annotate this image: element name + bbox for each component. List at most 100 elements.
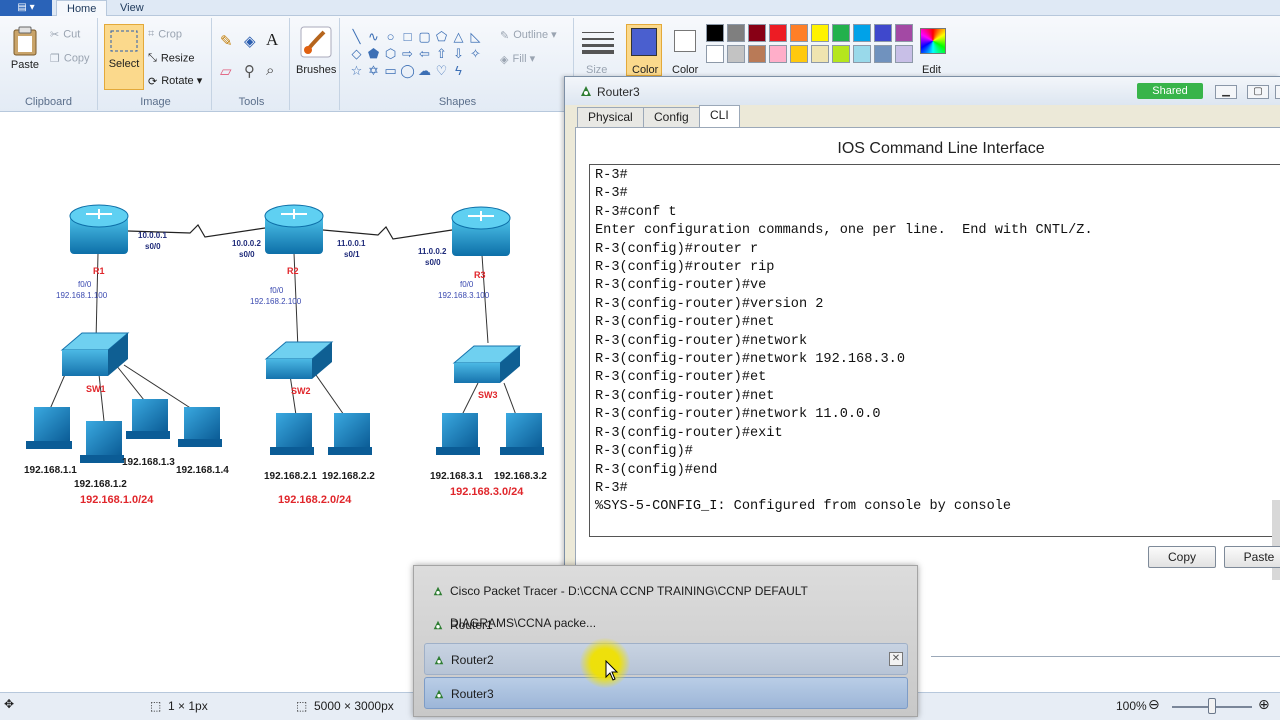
cli-console[interactable]: R-3# R-3# R-3#conf t Enter configuration co… — [589, 164, 1280, 537]
taskbar-item-router2[interactable]: Router2 ✕ — [424, 643, 908, 675]
cli-scrollbar[interactable] — [1272, 500, 1280, 580]
palette-swatch[interactable] — [727, 45, 745, 63]
palette-swatch[interactable] — [874, 24, 892, 42]
tab-physical[interactable]: Physical — [577, 107, 644, 127]
brushes-group[interactable]: Brushes — [292, 18, 340, 110]
palette-swatch[interactable] — [748, 24, 766, 42]
color-picker-icon[interactable]: ⚲ — [244, 62, 255, 80]
left-arrow-shape-icon[interactable]: ⇦ — [416, 45, 433, 62]
curve-shape-icon[interactable]: ∿ — [365, 28, 382, 45]
canvas-size-icon: ⬚ — [296, 699, 308, 713]
fill-bucket-icon[interactable]: ◈ — [244, 32, 256, 50]
palette-swatch[interactable] — [769, 45, 787, 63]
r2-fa-if: f0/0 — [270, 286, 284, 295]
palette-swatch[interactable] — [874, 45, 892, 63]
r2-serial-if: s0/0 — [239, 250, 255, 259]
close-icon[interactable]: ✕ — [889, 652, 903, 666]
zoom-in-icon[interactable]: ⊕ — [1258, 696, 1270, 713]
zoom-out-icon[interactable]: ⊖ — [1148, 696, 1160, 713]
pc-192-168-1-2 — [80, 421, 124, 463]
lightning-shape-icon[interactable]: ϟ — [450, 62, 467, 79]
hexagon-shape-icon[interactable]: ⬡ — [382, 45, 399, 62]
rounded-rectangle-shape-icon[interactable]: ▢ — [416, 28, 433, 45]
up-arrow-shape-icon[interactable]: ⇧ — [433, 45, 450, 62]
paste-button[interactable]: Paste — [8, 26, 42, 71]
palette-swatch[interactable] — [832, 24, 850, 42]
callout-cloud-icon[interactable]: ☁ — [416, 62, 433, 79]
tab-config[interactable]: Config — [643, 107, 700, 127]
close-button[interactable] — [1275, 85, 1280, 99]
palette-swatch[interactable] — [832, 45, 850, 63]
palette-swatch[interactable] — [790, 24, 808, 42]
copy-cli-button[interactable]: Copy — [1148, 546, 1216, 568]
palette-swatch[interactable] — [790, 45, 808, 63]
heart-shape-icon[interactable]: ♡ — [433, 62, 450, 79]
color2-label: Color — [672, 64, 699, 76]
palette-swatch[interactable] — [853, 45, 871, 63]
triangle-shape-icon[interactable]: △ — [450, 28, 467, 45]
palette-swatch[interactable] — [748, 45, 766, 63]
sw1-label: SW1 — [86, 384, 106, 394]
shapes-gallery[interactable]: ╲ ∿ ○ □ ▢ ⬠ △ ◺ ◇ ⬟ ⬡ ⇨ ⇦ ⇧ ⇩ ✧ ☆ ✡ ▭ ◯ ☁ ♡ ϟ — [348, 28, 492, 79]
cli-line: R-3(config-router)#net — [595, 388, 775, 404]
callout-rect-icon[interactable]: ▭ — [382, 62, 399, 79]
right-arrow-shape-icon[interactable]: ⇨ — [399, 45, 416, 62]
tab-home[interactable]: Home — [56, 0, 108, 16]
rotate-button[interactable]: ⟳ Rotate ▾ — [148, 74, 202, 88]
palette-swatch[interactable] — [895, 24, 913, 42]
magnifier-icon[interactable]: ⌕ — [266, 62, 274, 79]
pencil-icon[interactable]: ✎ — [220, 32, 233, 50]
diamond-shape-icon[interactable]: ◇ — [348, 45, 365, 62]
clipboard-group-label: Clipboard — [24, 96, 73, 108]
router3-titlebar[interactable]: Router3 Shared ▁ ▢ — [565, 77, 1280, 105]
palette-swatch[interactable] — [706, 24, 724, 42]
cut-button[interactable]: ✂ Cut — [50, 28, 80, 41]
palette-swatch[interactable] — [811, 24, 829, 42]
pentagon-shape-icon[interactable]: ⬟ — [365, 45, 382, 62]
eraser-icon[interactable]: ▱ — [220, 62, 232, 80]
tab-cli[interactable]: CLI — [699, 105, 740, 128]
right-triangle-shape-icon[interactable]: ◺ — [467, 28, 484, 45]
maximize-button[interactable]: ▢ — [1247, 85, 1269, 99]
paint-menu-button[interactable]: ▤ ▾ — [0, 0, 52, 16]
minimize-button[interactable]: ▁ — [1215, 85, 1237, 99]
palette-swatch[interactable] — [727, 24, 745, 42]
palette-swatch[interactable] — [769, 24, 787, 42]
shapes-group-label: Shapes — [438, 96, 477, 108]
taskbar-item-packet-tracer[interactable]: Cisco Packet Tracer - D:\CCNA CCNP TRAIN… — [424, 575, 908, 630]
outline-button[interactable]: ✎ Outline ▾ — [500, 28, 557, 42]
palette-swatch[interactable] — [853, 24, 871, 42]
rectangle-shape-icon[interactable]: □ — [399, 28, 416, 45]
cli-line: R-3#conf t — [595, 204, 677, 220]
crop-button[interactable]: ⌗ Crop — [148, 28, 182, 41]
copy-icon: ❐ — [50, 53, 60, 65]
callout-oval-icon[interactable]: ◯ — [399, 62, 416, 79]
cli-line: R-3(config-router)#version 2 — [595, 296, 824, 312]
select-button[interactable]: Select — [104, 24, 144, 90]
zoom-slider-thumb[interactable] — [1208, 698, 1216, 714]
four-point-star-icon[interactable]: ✧ — [467, 45, 484, 62]
polygon-shape-icon[interactable]: ⬠ — [433, 28, 450, 45]
resize-button[interactable]: ⤡ Resize — [148, 52, 194, 65]
five-point-star-icon[interactable]: ☆ — [348, 62, 365, 79]
copy-button[interactable]: ❐ Copy — [50, 52, 90, 65]
taskbar-item-router3[interactable]: Router3 — [424, 677, 908, 709]
cli-line: R-3(config-router)#net — [595, 315, 775, 331]
network-label: 192.168.2.0/24 — [278, 494, 352, 506]
six-point-star-icon[interactable]: ✡ — [365, 62, 382, 79]
r1-label: R1 — [93, 266, 105, 276]
palette-swatch[interactable] — [895, 45, 913, 63]
tab-view[interactable]: View — [110, 0, 154, 16]
oval-shape-icon[interactable]: ○ — [382, 28, 399, 45]
palette-swatch[interactable] — [706, 45, 724, 63]
down-arrow-shape-icon[interactable]: ⇩ — [450, 45, 467, 62]
cli-line: R-3(config-router)#network 192.168.3.0 — [595, 352, 905, 368]
paste-cli-button[interactable]: Paste — [1224, 546, 1280, 568]
cli-line: R-3# — [595, 168, 628, 183]
text-tool-icon[interactable]: A — [266, 30, 278, 50]
fill-button[interactable]: ◈ Fill ▾ — [500, 52, 535, 66]
taskbar-item-router1[interactable]: Router1 — [424, 609, 908, 641]
line-shape-icon[interactable]: ╲ — [348, 28, 365, 45]
palette-swatch[interactable] — [811, 45, 829, 63]
line-size-icon — [582, 32, 614, 54]
